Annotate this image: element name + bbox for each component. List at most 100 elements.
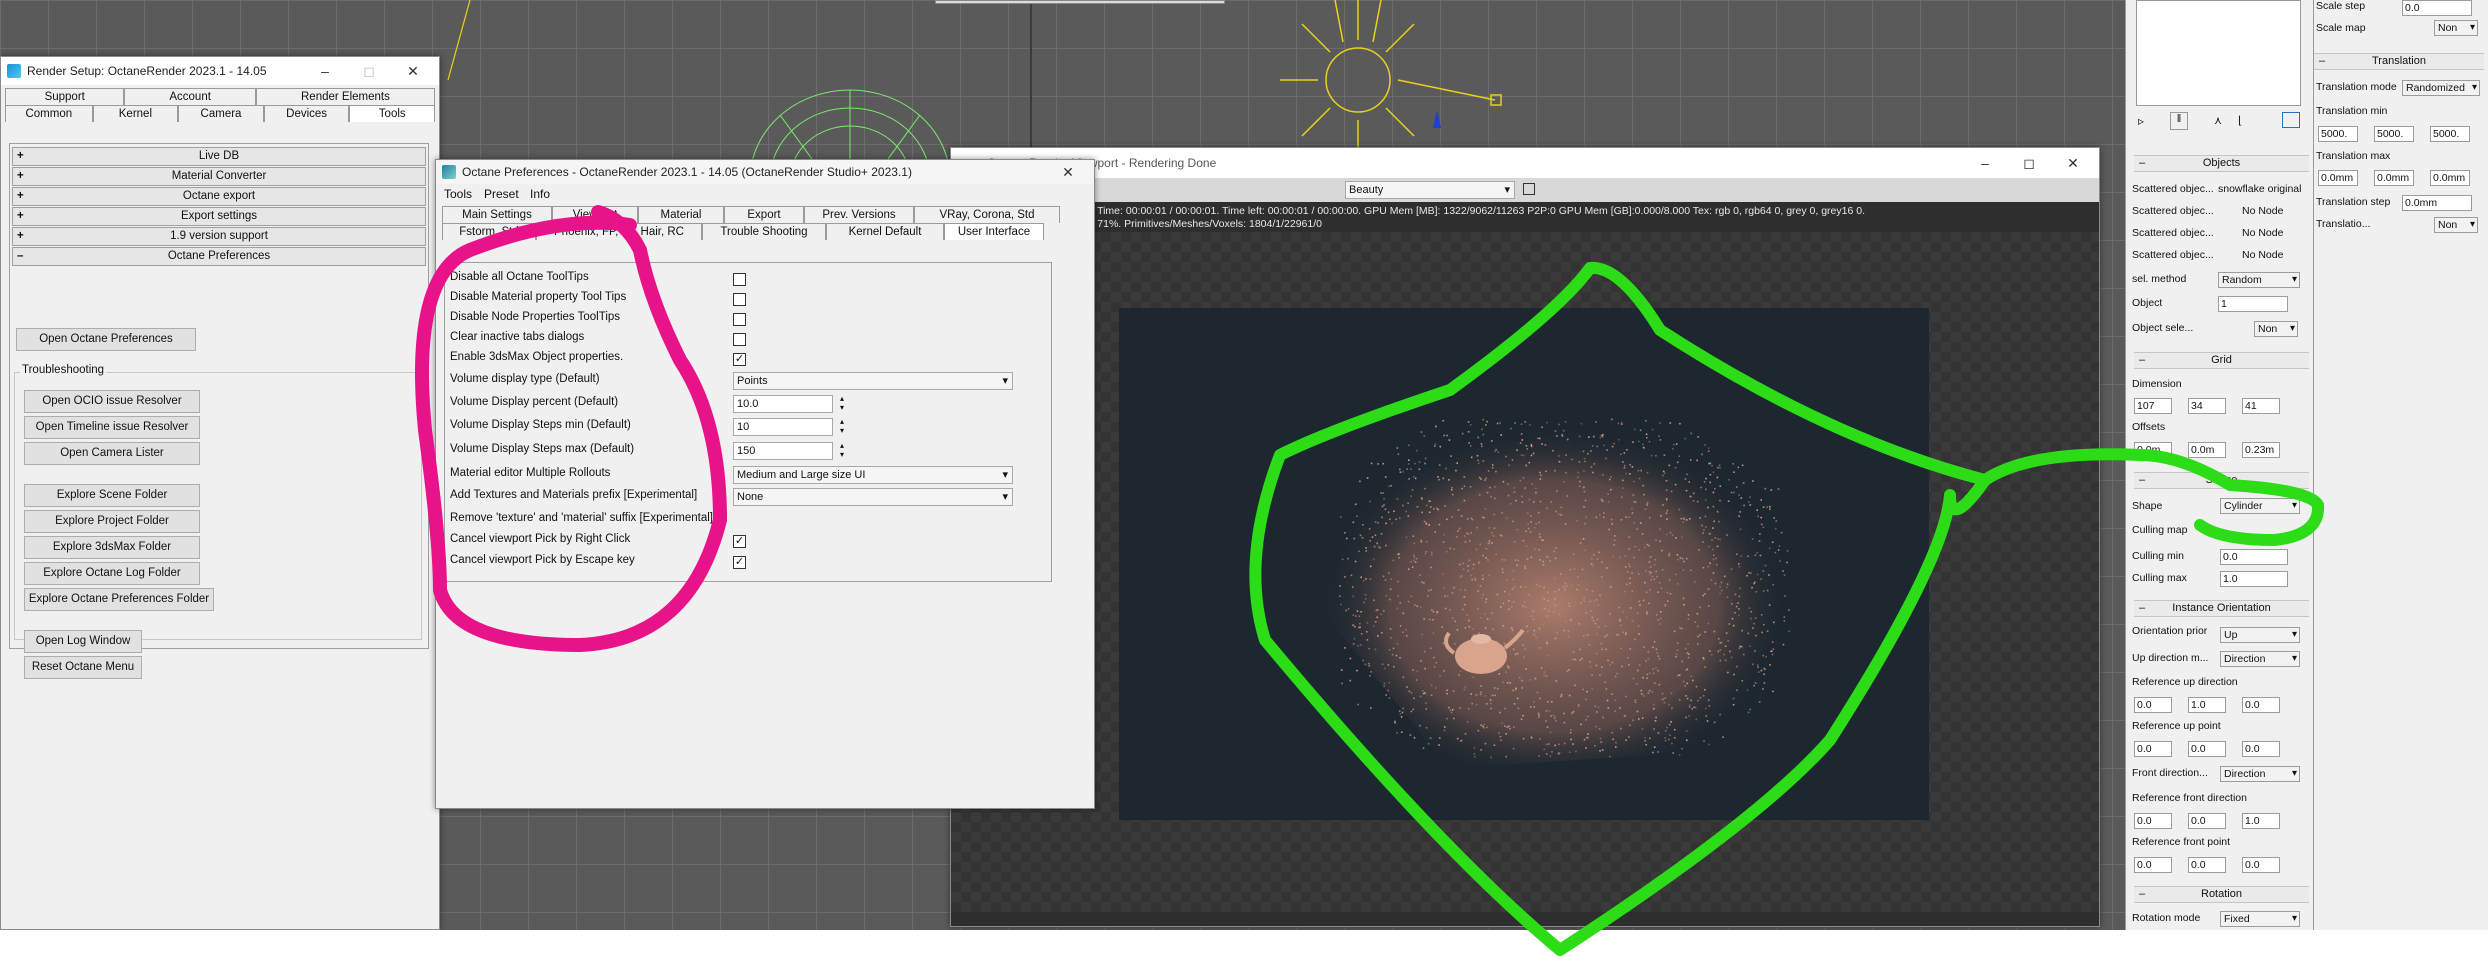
ref-up-dir-x[interactable]: 0.0: [2134, 697, 2172, 713]
prefs-titlebar[interactable]: Octane Preferences - OctaneRender 2023.1…: [436, 160, 1094, 184]
viewport-titlebar[interactable]: Octane Render Viewport - Rendering Done …: [951, 148, 2099, 178]
objects-rollout-header[interactable]: – Objects: [2134, 155, 2309, 172]
shape-select[interactable]: Cylinder: [2220, 498, 2300, 514]
ref-front-point-x[interactable]: 0.0: [2134, 857, 2172, 873]
offsets-z-input[interactable]: 0.23m: [2242, 442, 2280, 458]
tab-vray-corona-std[interactable]: VRay, Corona, Std: [914, 206, 1060, 223]
volume-steps-max-input[interactable]: 150: [733, 441, 844, 460]
sel-method-select[interactable]: Random: [2218, 272, 2300, 288]
checkbox-cancel-escape[interactable]: ✓: [733, 556, 746, 569]
checkbox-disable-node-tooltips[interactable]: [733, 313, 746, 326]
remove-modifier-icon[interactable]: ⌊: [2238, 114, 2242, 127]
translatio-select[interactable]: Non: [2434, 217, 2478, 233]
close-icon[interactable]: ✕: [1046, 164, 1090, 181]
show-end-icon[interactable]: ‖: [2170, 112, 2188, 130]
tab-render-elements[interactable]: Render Elements: [255, 88, 436, 105]
explore-project-folder-button[interactable]: Explore Project Folder: [24, 510, 200, 533]
dimension-y-input[interactable]: 34: [2188, 398, 2226, 414]
checkbox-disable-material-tooltips[interactable]: [733, 293, 746, 306]
explore-3dsmax-folder-button[interactable]: Explore 3dsMax Folder: [24, 536, 200, 559]
object-sele-select[interactable]: Non: [2254, 321, 2298, 337]
translation-min-y[interactable]: 5000.: [2374, 126, 2414, 142]
tab-phoenix[interactable]: Phoenix, FP, TF, Hair, RC: [536, 223, 702, 240]
object-index-input[interactable]: 1: [2218, 296, 2288, 312]
configure-icon[interactable]: [2282, 112, 2300, 128]
open-octane-preferences-button[interactable]: Open Octane Preferences: [16, 328, 196, 351]
rendered-image[interactable]: [1119, 308, 1929, 820]
rollout-octane-export[interactable]: + Octane export: [12, 187, 426, 206]
rollout-export-settings[interactable]: + Export settings: [12, 207, 426, 226]
open-timeline-resolver-button[interactable]: Open Timeline issue Resolver: [24, 416, 200, 439]
open-log-window-button[interactable]: Open Log Window: [24, 630, 142, 653]
list-box[interactable]: [2136, 0, 2301, 106]
rollout-version-support[interactable]: +1.9 version support: [12, 227, 426, 246]
dimension-z-input[interactable]: 41: [2242, 398, 2280, 414]
tab-fstorm-std[interactable]: Fstorm, Std: [442, 223, 536, 240]
wireframe-object[interactable]: [740, 70, 960, 170]
translation-min-x[interactable]: 5000.: [2318, 126, 2358, 142]
translation-max-y[interactable]: 0.0mm: [2374, 170, 2414, 186]
scattered-object-3[interactable]: No Node: [2240, 226, 2302, 242]
scale-step-input[interactable]: 0.0: [2402, 0, 2472, 16]
dimension-x-input[interactable]: 107: [2134, 398, 2172, 414]
translation-min-z[interactable]: 5000.: [2430, 126, 2470, 142]
scattered-object-4[interactable]: No Node: [2240, 248, 2302, 264]
maximize-icon[interactable]: ◻: [347, 63, 391, 80]
translation-mode-select[interactable]: Randomized: [2402, 80, 2480, 96]
instance-orientation-header[interactable]: – Instance Orientation: [2134, 600, 2309, 617]
tab-common[interactable]: Common: [5, 105, 93, 122]
unique-icon[interactable]: ⋏: [2214, 114, 2222, 127]
tab-support[interactable]: Support: [5, 88, 125, 105]
checkbox-clear-inactive-tabs[interactable]: [733, 333, 746, 346]
minimize-icon[interactable]: –: [303, 63, 347, 79]
reset-octane-menu-button[interactable]: Reset Octane Menu: [24, 656, 142, 679]
shape-rollout-header[interactable]: – Shape: [2134, 472, 2309, 489]
ref-up-dir-z[interactable]: 0.0: [2242, 697, 2280, 713]
scattered-object-2[interactable]: No Node: [2240, 204, 2302, 220]
culling-min-input[interactable]: 0.0: [2220, 549, 2288, 565]
open-ocio-resolver-button[interactable]: Open OCIO issue Resolver: [24, 390, 200, 413]
offsets-x-input[interactable]: 0.0m: [2134, 442, 2172, 458]
tab-trouble-shooting[interactable]: Trouble Shooting: [702, 223, 826, 240]
checkbox-disable-tooltips[interactable]: [733, 273, 746, 286]
tab-main-settings[interactable]: Main Settings: [442, 206, 552, 223]
material-rollouts-select[interactable]: Medium and Large size UI: [733, 466, 1013, 484]
tab-tools[interactable]: Tools: [349, 105, 436, 122]
rollout-octane-preferences[interactable]: – Octane Preferences: [12, 247, 426, 266]
ref-up-point-y[interactable]: 0.0: [2188, 741, 2226, 757]
offsets-y-input[interactable]: 0.0m: [2188, 442, 2226, 458]
tab-kernel-default[interactable]: Kernel Default: [826, 223, 944, 240]
orientation-select[interactable]: Up: [2220, 627, 2300, 643]
maximize-icon[interactable]: ◻: [2007, 155, 2051, 172]
tab-export[interactable]: Export: [724, 206, 804, 223]
ref-front-point-y[interactable]: 0.0: [2188, 857, 2226, 873]
explore-scene-folder-button[interactable]: Explore Scene Folder: [24, 484, 200, 507]
rollout-material-converter[interactable]: + Material Converter: [12, 167, 426, 186]
culling-max-input[interactable]: 1.0: [2220, 571, 2288, 587]
translation-step-input[interactable]: 0.0mm: [2402, 195, 2472, 211]
pin-stack-icon[interactable]: ▹: [2138, 114, 2144, 128]
ref-front-point-z[interactable]: 0.0: [2242, 857, 2280, 873]
tab-devices[interactable]: Devices: [263, 105, 350, 122]
front-direction-select[interactable]: Direction: [2220, 766, 2300, 782]
ref-front-dir-z[interactable]: 1.0: [2242, 813, 2280, 829]
grid-rollout-header[interactable]: – Grid: [2134, 352, 2309, 369]
tab-viewport[interactable]: Viewport: [552, 206, 638, 223]
prefix-select[interactable]: None: [733, 488, 1013, 506]
explore-octane-prefs-folder-button[interactable]: Explore Octane Preferences Folder: [24, 588, 214, 611]
tab-camera[interactable]: Camera: [178, 105, 264, 122]
rollout-live-db[interactable]: + Live DB: [12, 147, 426, 166]
tab-user-interface[interactable]: User Interface: [944, 223, 1044, 240]
close-icon[interactable]: ✕: [391, 63, 435, 80]
ref-up-point-z[interactable]: 0.0: [2242, 741, 2280, 757]
render-setup-titlebar[interactable]: Render Setup: OctaneRender 2023.1 - 14.0…: [1, 57, 439, 85]
volume-display-type-select[interactable]: Points: [733, 372, 1013, 390]
checkbox-cancel-right-click[interactable]: ✓: [733, 535, 746, 548]
minimize-icon[interactable]: –: [1963, 155, 2007, 171]
pass-lock-icon[interactable]: [1523, 183, 1535, 195]
tab-prev-versions[interactable]: Prev. Versions: [804, 206, 914, 223]
ref-front-dir-y[interactable]: 0.0: [2188, 813, 2226, 829]
render-setup-window[interactable]: Render Setup: OctaneRender 2023.1 - 14.0…: [0, 56, 440, 930]
menu-preset[interactable]: Preset: [484, 187, 519, 201]
scattered-object-1[interactable]: snowflake original: [2216, 182, 2302, 198]
